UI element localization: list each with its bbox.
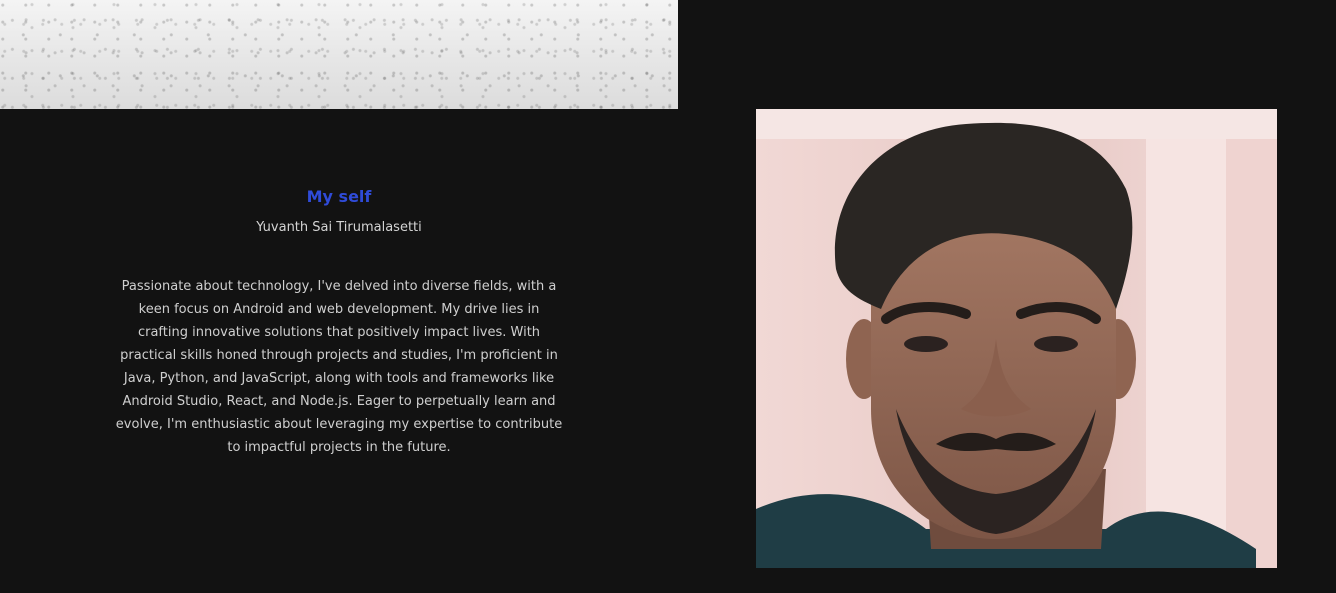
profile-photo bbox=[756, 109, 1277, 568]
about-title: My self bbox=[306, 187, 372, 206]
about-section: My self Yuvanth Sai Tirumalasetti Passio… bbox=[0, 0, 1336, 593]
author-name: Yuvanth Sai Tirumalasetti bbox=[256, 220, 422, 235]
about-text-block: My self Yuvanth Sai Tirumalasetti Passio… bbox=[115, 185, 563, 459]
texture-banner-image bbox=[0, 0, 678, 109]
about-bio: Passionate about technology, I've delved… bbox=[115, 279, 563, 455]
portrait-illustration bbox=[756, 109, 1277, 568]
